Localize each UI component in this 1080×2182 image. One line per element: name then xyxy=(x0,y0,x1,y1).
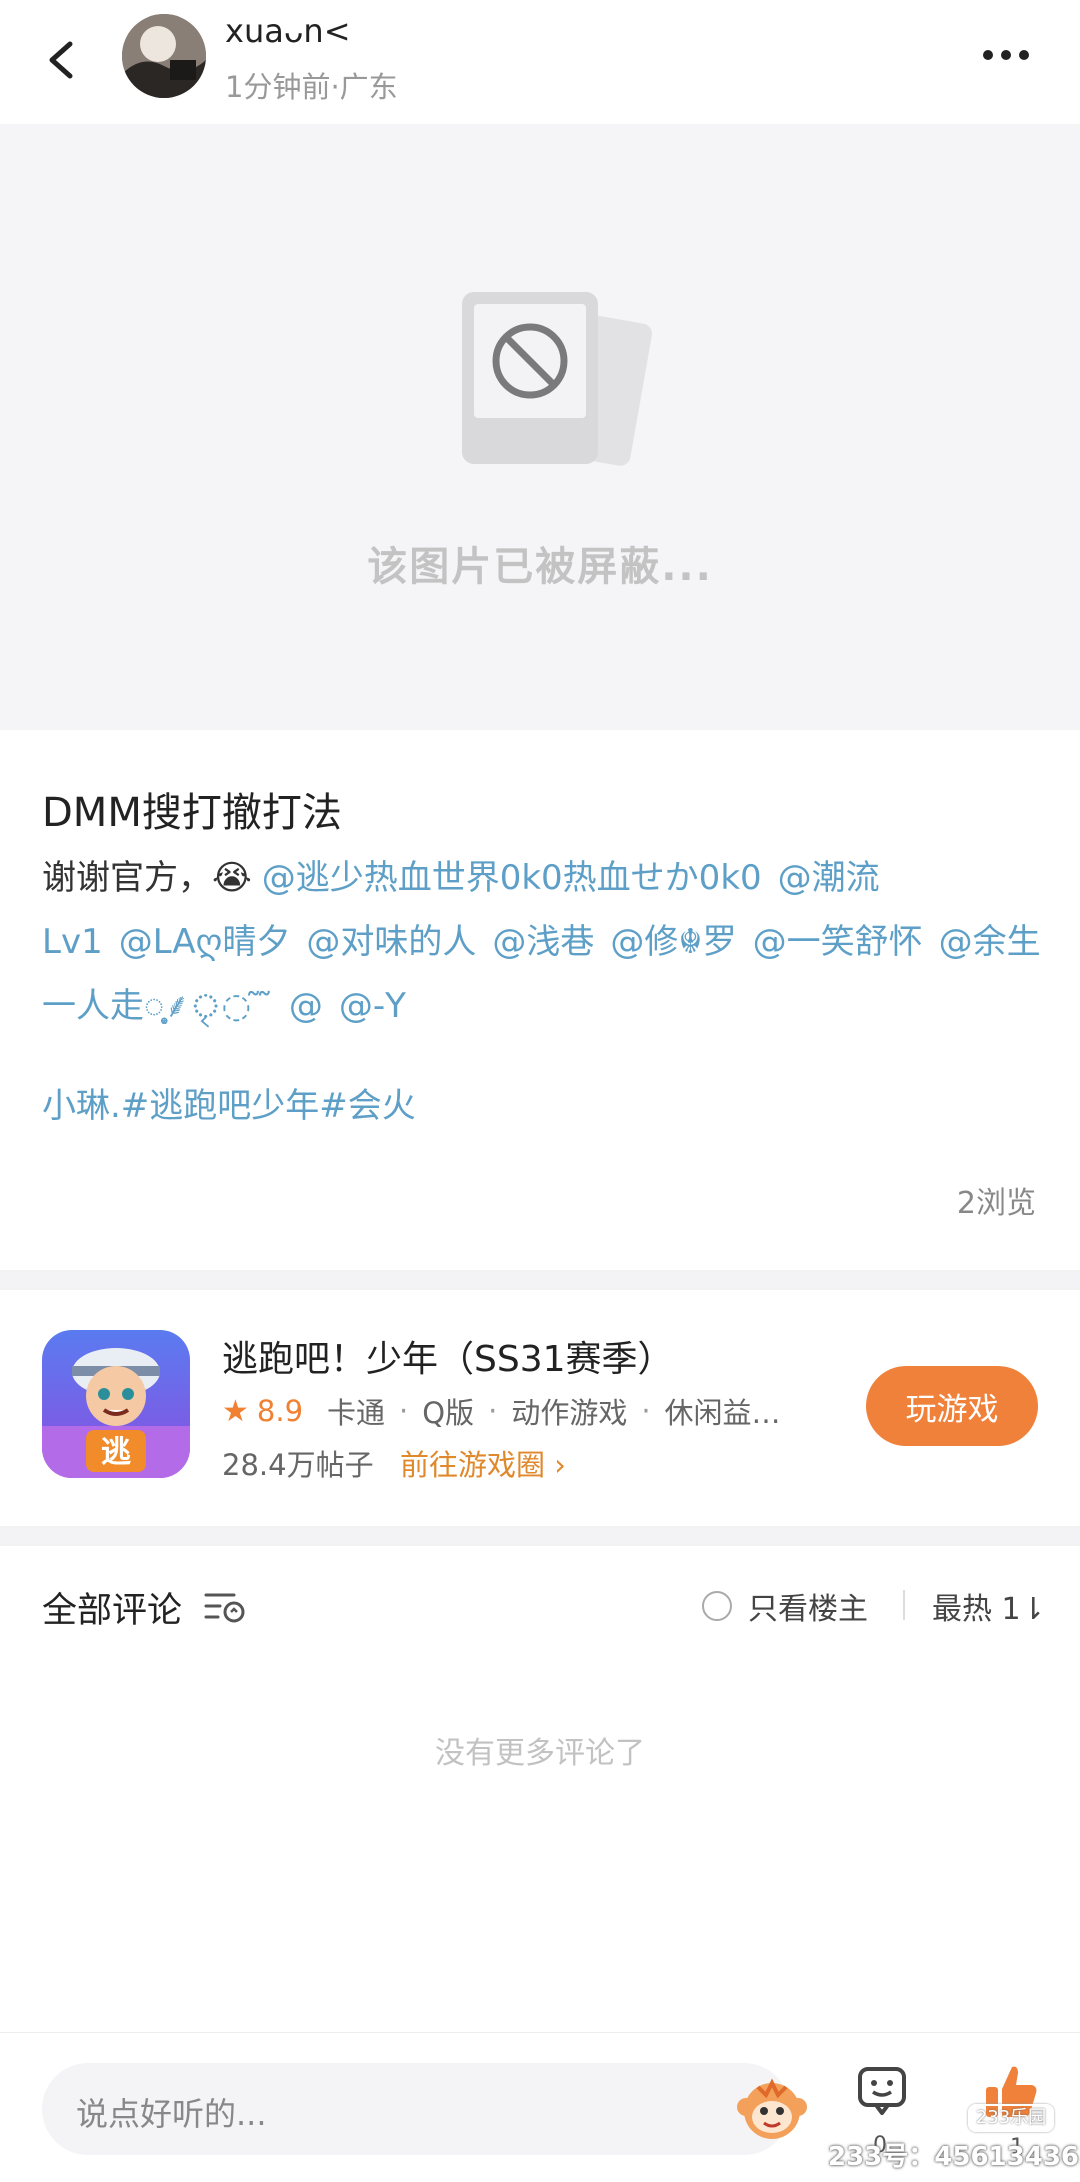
divider xyxy=(903,1590,905,1620)
game-circle-link[interactable]: 前往游戏圈 › xyxy=(400,1442,566,1484)
play-game-button[interactable]: 玩游戏 xyxy=(866,1366,1038,1446)
mention-link[interactable]: @ xyxy=(289,986,323,1026)
only-op-toggle[interactable]: 只看楼主 xyxy=(702,1584,868,1628)
mention-link[interactable]: @-Y xyxy=(339,986,406,1026)
more-options-button[interactable] xyxy=(976,30,1036,80)
blocked-image-icon xyxy=(462,292,652,466)
post-intro-text: 谢谢官方， xyxy=(42,858,212,898)
comment-input[interactable]: 说点好听的... xyxy=(42,2063,807,2155)
game-tags: ★ 8.9 卡通 · Q版 · 动作游戏 · 休闲益… xyxy=(222,1390,781,1432)
section-divider xyxy=(0,1526,1080,1546)
game-title[interactable]: 逃跑吧！少年（SS31赛季） xyxy=(222,1330,674,1382)
watermark-logo: 233乐园 xyxy=(968,2104,1054,2132)
more-dot-icon xyxy=(1001,50,1011,60)
post-content: DMM搜打撤打法 谢谢官方，😭 @逃少热血世界0k0热血せか0k0 @潮流Lv1 @L… xyxy=(0,730,1080,1270)
comment-icon[interactable] xyxy=(854,2063,910,2119)
tag-separator: · xyxy=(488,1394,498,1428)
game-tag: 卡通 xyxy=(327,1396,386,1430)
avatar[interactable] xyxy=(122,14,206,98)
tag-separator: · xyxy=(399,1394,409,1428)
post-time-location: 1分钟前·广东 xyxy=(225,70,398,104)
crying-emoji: 😭 xyxy=(212,858,252,898)
mention-link[interactable]: @LAღ晴夕 xyxy=(119,922,291,962)
mention-link[interactable]: @修☬罗 xyxy=(610,922,736,962)
avatar-image xyxy=(122,14,206,98)
more-dot-icon xyxy=(1019,50,1029,60)
game-post-count: 28.4万帖子 xyxy=(222,1448,374,1482)
blocked-image-area: 该图片已被屏蔽... xyxy=(0,124,1080,730)
game-tag: Q版 xyxy=(422,1396,475,1430)
username[interactable]: xuaᴗn< xyxy=(225,12,351,50)
star-icon: ★ xyxy=(222,1393,249,1429)
radio-icon xyxy=(702,1591,732,1621)
post-header: xuaᴗn< 1分钟前·广东 xyxy=(0,0,1080,124)
section-divider xyxy=(0,1270,1080,1290)
tag-separator: · xyxy=(641,1394,651,1428)
watermark-text: 233号：456134361 xyxy=(828,2142,1080,2172)
chevron-left-icon xyxy=(49,41,73,79)
game-score: 8.9 xyxy=(256,1394,304,1428)
no-more-comments: 没有更多评论了 xyxy=(435,1736,645,1771)
comments-section: 全部评论 只看楼主 最热 1⇂ 没有更多评论了 xyxy=(0,1546,1080,2032)
emoji-monkey-icon[interactable] xyxy=(736,2077,808,2143)
mention-link[interactable]: @一笑舒怀 xyxy=(753,922,923,962)
sort-button[interactable]: 最热 1⇂ xyxy=(932,1584,1046,1628)
filter-icon[interactable] xyxy=(204,1590,246,1624)
mention-link[interactable]: @逃少热血世界0k0热血せか0k0 xyxy=(262,858,762,898)
post-body: 谢谢官方，😭 @逃少热血世界0k0热血せか0k0 @潮流Lv1 @LAღ晴夕 @对味的人… xyxy=(42,846,1042,1038)
game-icon-image: 逃 xyxy=(42,1330,190,1478)
blocked-image-text: 该图片已被屏蔽... xyxy=(367,544,713,590)
post-title: DMM搜打撤打法 xyxy=(42,790,342,836)
back-button[interactable] xyxy=(40,30,84,90)
mention-link[interactable]: @浅巷 xyxy=(492,922,594,962)
comments-title: 全部评论 xyxy=(42,1591,183,1631)
game-tag: 休闲益… xyxy=(664,1396,781,1430)
more-dot-icon xyxy=(983,50,993,60)
game-card[interactable]: 逃 逃跑吧！少年（SS31赛季） ★ 8.9 卡通 · Q版 · 动作游戏 · … xyxy=(0,1290,1080,1526)
only-op-label: 只看楼主 xyxy=(748,1592,868,1627)
view-count: 2浏览 xyxy=(956,1186,1036,1221)
game-tag: 动作游戏 xyxy=(511,1396,628,1430)
post-hashtags[interactable]: 小琳.#逃跑吧少年#会火 xyxy=(42,1078,416,1127)
game-icon[interactable]: 逃 xyxy=(42,1330,190,1478)
game-icon-label: 逃 xyxy=(101,1435,131,1470)
comment-input-placeholder: 说点好听的... xyxy=(76,2095,267,2133)
mention-link[interactable]: @对味的人 xyxy=(306,922,476,962)
